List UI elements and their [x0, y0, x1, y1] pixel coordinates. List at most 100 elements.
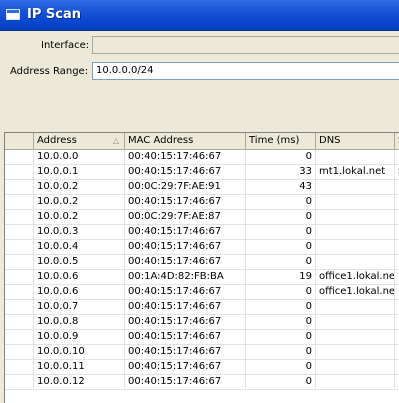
results-table: Address △ MAC Address Time (ms) DNS S 10… [4, 132, 399, 403]
column-header-mac-address[interactable]: MAC Address [125, 133, 246, 149]
dns-cell [316, 345, 395, 360]
status-cell [395, 285, 399, 300]
address-cell: 10.0.0.5 [34, 255, 125, 270]
table-row[interactable]: 10.0.0.10 00:40:15:17:46:67 0 [5, 345, 399, 360]
dns-cell [316, 210, 395, 225]
window-title: IP Scan [27, 7, 81, 22]
mac-address-cell: 00:40:15:17:46:67 [125, 300, 246, 315]
time-cell: 0 [246, 195, 316, 210]
time-cell: 33 [246, 165, 316, 180]
row-select-cell [5, 225, 34, 240]
address-cell: 10.0.0.3 [34, 225, 125, 240]
row-select-cell [5, 210, 34, 225]
address-cell: 10.0.0.6 [34, 270, 125, 285]
address-cell: 10.0.0.4 [34, 240, 125, 255]
column-header-address-label: Address [37, 135, 77, 146]
table-row[interactable]: 10.0.0.6 00:40:15:17:46:67 0 office1.lokal.… [5, 285, 399, 300]
address-range-field[interactable]: 10.0.0.0/24 [92, 62, 399, 80]
mac-address-cell: 00:40:15:17:46:67 [125, 315, 246, 330]
status-cell [395, 210, 399, 225]
sort-ascending-icon: △ [112, 136, 119, 145]
table-row[interactable]: 10.0.0.2 00:0C:29:7F:AE:87 0 [5, 210, 399, 225]
time-cell: 0 [246, 375, 316, 390]
row-select-cell [5, 300, 34, 315]
table-row[interactable]: 10.0.0.12 00:40:15:17:46:67 0 [5, 375, 399, 390]
row-select-cell [5, 345, 34, 360]
address-cell: 10.0.0.12 [34, 375, 125, 390]
status-cell [395, 240, 399, 255]
dns-cell [316, 150, 395, 165]
mac-address-cell: 00:40:15:17:46:67 [125, 150, 246, 165]
time-cell: 19 [246, 270, 316, 285]
scan-form: Interface: Address Range: 10.0.0.0/24 [0, 31, 399, 131]
time-cell: 0 [246, 225, 316, 240]
window-icon [6, 9, 20, 20]
dns-cell: office1.lokal.net [316, 285, 395, 300]
table-row[interactable]: 10.0.0.2 00:40:15:17:46:67 0 [5, 195, 399, 210]
table-row[interactable]: 10.0.0.11 00:40:15:17:46:67 0 [5, 360, 399, 375]
address-cell: 10.0.0.1 [34, 165, 125, 180]
title-bar[interactable]: IP Scan [0, 0, 399, 31]
table-row[interactable]: 10.0.0.9 00:40:15:17:46:67 0 [5, 330, 399, 345]
table-header: Address △ MAC Address Time (ms) DNS S [5, 133, 399, 150]
table-row[interactable]: 10.0.0.1 00:40:15:17:46:67 33 mt1.lokal.net… [5, 165, 399, 180]
dns-cell: mt1.lokal.net [316, 165, 395, 180]
row-select-cell [5, 360, 34, 375]
dns-cell [316, 375, 395, 390]
table-row[interactable]: 10.0.0.0 00:40:15:17:46:67 0 [5, 150, 399, 165]
row-select-cell [5, 270, 34, 285]
table-row[interactable]: 10.0.0.3 00:40:15:17:46:67 0 [5, 225, 399, 240]
time-cell: 0 [246, 330, 316, 345]
row-select-cell [5, 240, 34, 255]
table-row[interactable]: 10.0.0.7 00:40:15:17:46:67 0 [5, 300, 399, 315]
time-cell: 0 [246, 285, 316, 300]
address-range-label: Address Range: [10, 66, 89, 77]
table-row[interactable]: 10.0.0.5 00:40:15:17:46:67 0 [5, 255, 399, 270]
mac-address-cell: 00:40:15:17:46:67 [125, 345, 246, 360]
time-cell: 0 [246, 360, 316, 375]
status-cell [395, 255, 399, 270]
dns-cell [316, 180, 395, 195]
dns-cell [316, 195, 395, 210]
status-cell [395, 360, 399, 375]
status-cell [395, 345, 399, 360]
time-cell: 0 [246, 150, 316, 165]
interface-label: Interface: [41, 40, 90, 51]
mac-address-cell: 00:40:15:17:46:67 [125, 240, 246, 255]
row-select-cell [5, 195, 34, 210]
column-header-address[interactable]: Address △ [34, 133, 125, 149]
dns-cell [316, 300, 395, 315]
mac-address-cell: 00:40:15:17:46:67 [125, 255, 246, 270]
address-cell: 10.0.0.9 [34, 330, 125, 345]
table-row[interactable]: 10.0.0.8 00:40:15:17:46:67 0 [5, 315, 399, 330]
time-cell: 0 [246, 345, 316, 360]
column-header-status[interactable]: S [395, 133, 399, 149]
mac-address-cell: 00:40:15:17:46:67 [125, 285, 246, 300]
address-cell: 10.0.0.0 [34, 150, 125, 165]
status-cell [395, 375, 399, 390]
status-cell [395, 150, 399, 165]
row-select-cell [5, 180, 34, 195]
mac-address-cell: 00:40:15:17:46:67 [125, 360, 246, 375]
address-cell: 10.0.0.8 [34, 315, 125, 330]
dns-cell [316, 360, 395, 375]
interface-field[interactable] [92, 36, 399, 54]
status-cell [395, 300, 399, 315]
column-header-dns[interactable]: DNS [316, 133, 395, 149]
column-header-time[interactable]: Time (ms) [246, 133, 316, 149]
row-select-cell [5, 375, 34, 390]
column-header-select[interactable] [5, 133, 34, 149]
dns-cell [316, 315, 395, 330]
address-cell: 10.0.0.2 [34, 180, 125, 195]
time-cell: 0 [246, 210, 316, 225]
table-row[interactable]: 10.0.0.2 00:0C:29:7F:AE:91 43 [5, 180, 399, 195]
time-cell: 0 [246, 315, 316, 330]
table-row[interactable]: 10.0.0.4 00:40:15:17:46:67 0 [5, 240, 399, 255]
time-cell: 43 [246, 180, 316, 195]
address-cell: 10.0.0.6 [34, 285, 125, 300]
row-select-cell [5, 285, 34, 300]
mac-address-cell: 00:40:15:17:46:67 [125, 195, 246, 210]
time-cell: 0 [246, 255, 316, 270]
row-select-cell [5, 330, 34, 345]
table-row[interactable]: 10.0.0.6 00:1A:4D:82:FB:BA 19 office1.lokal… [5, 270, 399, 285]
